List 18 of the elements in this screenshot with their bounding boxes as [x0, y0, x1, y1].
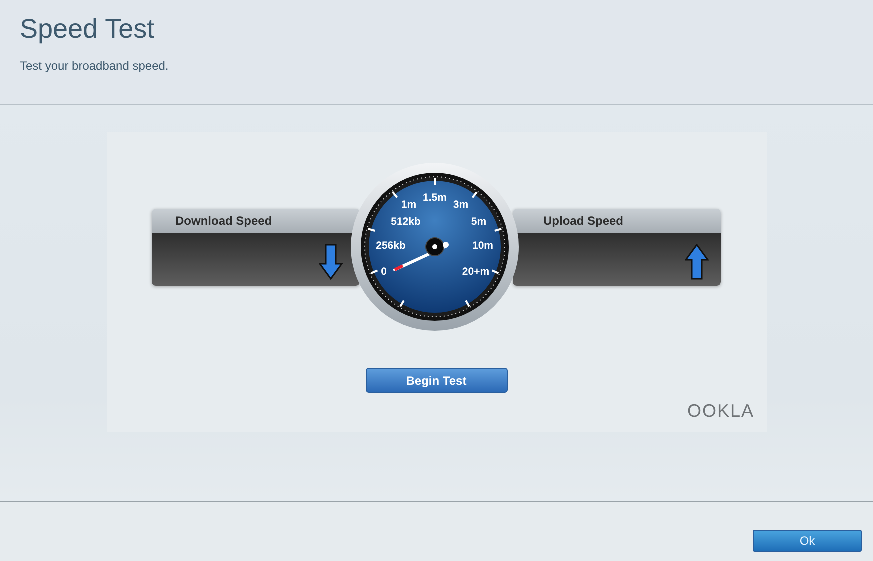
gauge-label: 20+m	[462, 266, 490, 278]
gauge-label: 1m	[400, 199, 416, 211]
gauge-label: 10m	[472, 240, 493, 252]
gauge-label: 5m	[470, 216, 486, 228]
page-title: Speed Test	[20, 14, 156, 45]
begin-test-button[interactable]: Begin Test	[366, 368, 508, 393]
gauge-label: 1.5m	[422, 192, 446, 204]
gauge-label: 512kb	[390, 216, 420, 228]
down-arrow-icon	[318, 244, 342, 280]
speed-label: Download Speed	[176, 214, 272, 228]
gauge-label: 3m	[452, 199, 468, 211]
page-subtitle: Test your broadband speed.	[20, 59, 170, 73]
ookla-logo: OOKLA	[687, 401, 754, 422]
up-arrow-icon	[684, 244, 708, 280]
speed-label: Upload Speed	[544, 214, 624, 228]
ok-button[interactable]: Ok	[753, 530, 862, 552]
gauge-label: 256kb	[376, 240, 406, 252]
gauge-label: 0	[380, 266, 386, 278]
